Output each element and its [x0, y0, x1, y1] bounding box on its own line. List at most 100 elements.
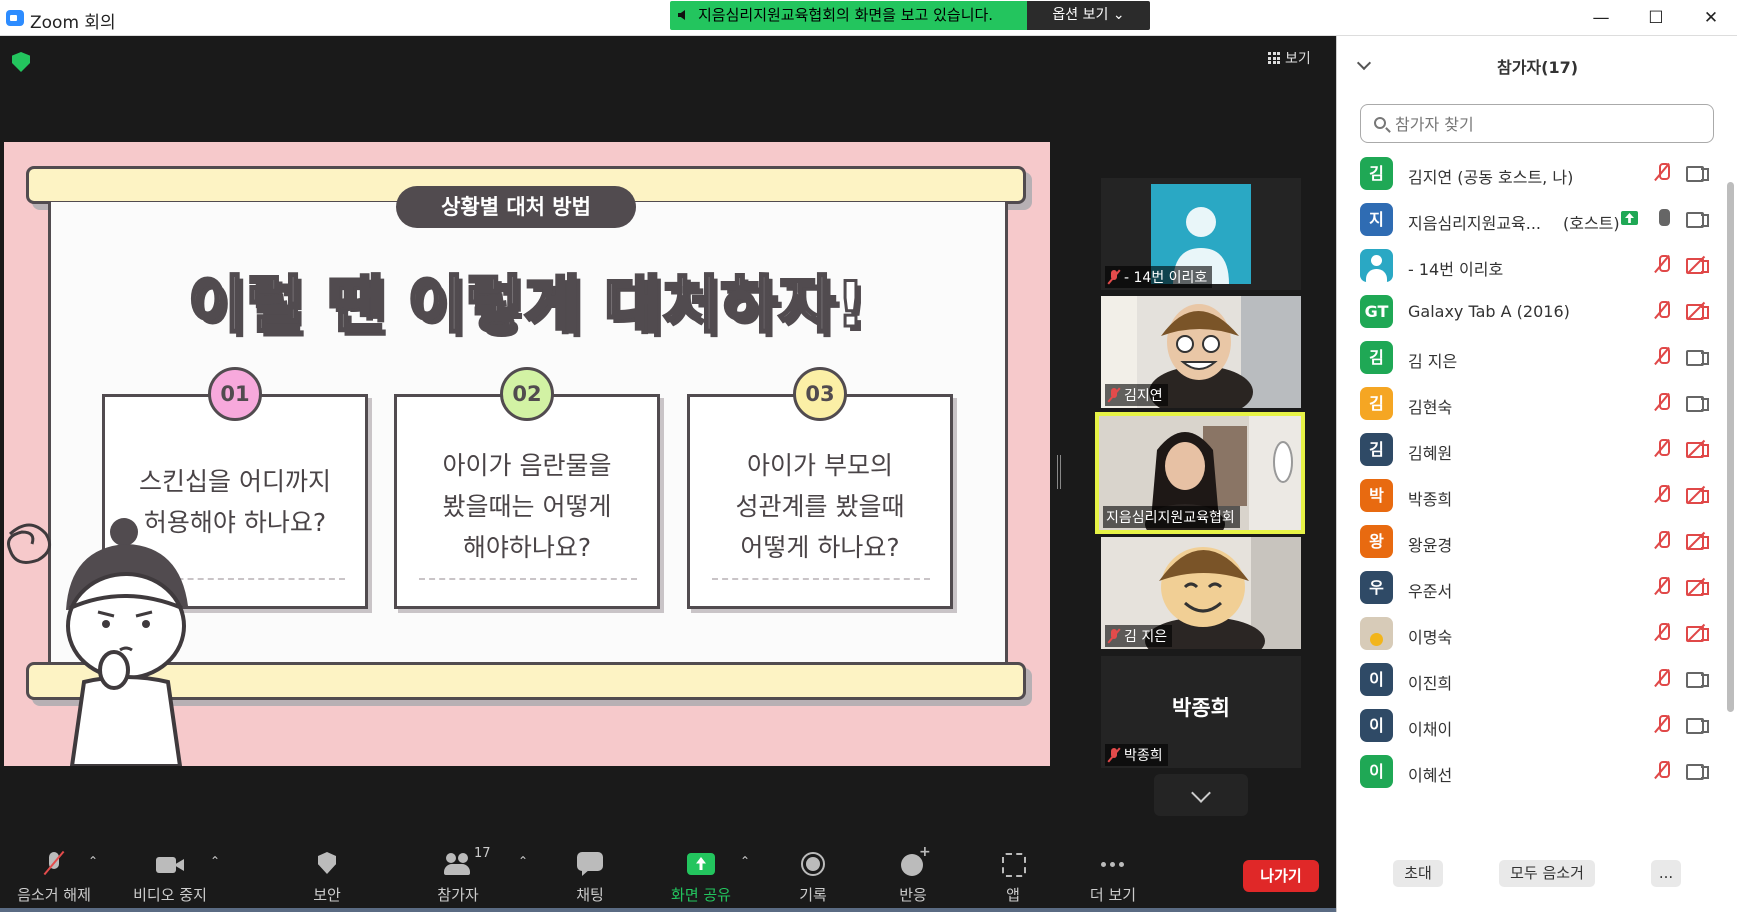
audio-options-caret[interactable]: ⌃	[88, 854, 102, 868]
participant-name: 지음심리지원교육...	[1408, 214, 1542, 233]
participant-row[interactable]: 이 이진희	[1337, 654, 1723, 705]
scrollbar-thumb[interactable]	[1727, 182, 1734, 712]
view-toggle-button[interactable]: 보기	[1268, 48, 1311, 68]
participant-row[interactable]: 김 김 지은	[1337, 332, 1723, 383]
mic-muted-icon[interactable]	[1655, 669, 1670, 689]
screen-sharing-icon	[1621, 211, 1638, 225]
emoji-reaction-icon	[899, 844, 931, 878]
screen-share-banner: 지음심리지원교육협회의 화면을 보고 있습니다.	[670, 1, 1027, 30]
participant-row[interactable]: - 14번 이리호	[1337, 240, 1723, 291]
participant-row[interactable]: 지 지음심리지원교육... (호스트)	[1337, 194, 1723, 245]
mic-muted-icon[interactable]	[1655, 439, 1670, 459]
close-button[interactable]: ✕	[1688, 0, 1734, 36]
share-options-caret[interactable]: ⌃	[740, 854, 754, 868]
video-options-caret[interactable]: ⌃	[210, 854, 224, 868]
participant-row[interactable]: 김 김현숙	[1337, 378, 1723, 429]
tiles-scroll-down-button[interactable]	[1154, 774, 1248, 816]
mic-muted-icon[interactable]	[1655, 715, 1670, 735]
mic-muted-icon[interactable]	[1655, 761, 1670, 781]
slide-headline: 이럴 땐 이렇게 대처하자!	[187, 267, 866, 343]
thinking-girl-illustration	[7, 518, 188, 766]
video-off-icon	[1686, 439, 1709, 459]
video-off-slash	[1686, 439, 1706, 459]
active-speaker-video-tile[interactable]: 지음심리지원교육협회	[1095, 412, 1305, 534]
video-camera-icon	[1686, 395, 1709, 412]
mic-muted-icon	[40, 852, 68, 878]
card-line: 아이가 부모의	[747, 451, 893, 480]
participant-row[interactable]: 이 이채이	[1337, 700, 1723, 751]
mic-muted-icon[interactable]	[1655, 531, 1670, 551]
video-tile[interactable]: 김 지은	[1101, 537, 1301, 649]
mic-muted-icon[interactable]	[1655, 393, 1670, 413]
participant-avatar: 김	[1360, 433, 1393, 466]
resize-divider-handle[interactable]	[1057, 455, 1061, 489]
maximize-button[interactable]: ☐	[1633, 0, 1679, 36]
participant-row[interactable]: 김 김혜원	[1337, 424, 1723, 475]
more-dots-icon	[1099, 852, 1127, 878]
share-banner-text: 지음심리지원교육협회의 화면을 보고 있습니다.	[698, 6, 994, 24]
minimize-button[interactable]: —	[1578, 0, 1624, 36]
video-off-icon	[1686, 531, 1709, 551]
mic-muted-icon[interactable]	[1655, 577, 1670, 597]
video-camera-icon	[1686, 717, 1709, 734]
participant-search[interactable]	[1360, 104, 1714, 143]
participant-row[interactable]: 왕 왕윤경	[1337, 516, 1723, 567]
participants-count: 17	[474, 846, 491, 861]
mic-muted-icon	[1108, 388, 1120, 402]
chat-bubble-icon	[576, 852, 604, 878]
panel-more-button[interactable]: ...	[1651, 860, 1681, 887]
participants-icon	[444, 852, 472, 878]
panel-footer: 초대 모두 음소거 ...	[1337, 848, 1737, 912]
card-line: 어떻게 하나요?	[740, 533, 900, 562]
card-line: 해야하나요?	[462, 533, 592, 562]
participant-row[interactable]: 이명숙	[1337, 608, 1723, 659]
mute-all-button[interactable]: 모두 음소거	[1499, 860, 1595, 887]
participant-row[interactable]: GT Galaxy Tab A (2016)	[1337, 286, 1723, 337]
video-off-slash	[1686, 301, 1706, 321]
participant-search-input[interactable]	[1395, 111, 1695, 137]
stop-video-button[interactable]: 비디오 중지	[110, 836, 230, 912]
security-button[interactable]: 보안	[267, 836, 387, 912]
participant-name: 이진희	[1408, 674, 1453, 693]
participant-row[interactable]: 김 김지연 (공동 호스트, 나)	[1337, 148, 1723, 199]
unmute-button[interactable]: 음소거 해제	[0, 836, 114, 912]
mic-icon[interactable]	[1655, 209, 1670, 229]
more-button[interactable]: 더 보기	[1053, 836, 1173, 912]
participant-list-scrollbar[interactable]	[1727, 144, 1734, 844]
leave-meeting-button[interactable]: 나가기	[1243, 860, 1319, 892]
mic-muted-icon[interactable]	[1655, 485, 1670, 505]
participant-list: 김 김지연 (공동 호스트, 나) 지 지음심리지원교육... (호스트) - 14번 이…	[1337, 148, 1723, 840]
invite-button[interactable]: 초대	[1393, 860, 1443, 887]
participants-button[interactable]: 17 참가자	[398, 836, 518, 912]
encryption-shield-icon[interactable]	[12, 52, 30, 72]
mic-muted-icon[interactable]	[1655, 623, 1670, 643]
card-number: 02	[500, 367, 554, 421]
chat-button[interactable]: 채팅	[530, 836, 650, 912]
video-off-slash	[1686, 531, 1706, 551]
participant-avatar	[1360, 617, 1393, 650]
participant-row[interactable]: 이 이혜선	[1337, 746, 1723, 797]
participant-row[interactable]: 박 박종희	[1337, 470, 1723, 521]
slide-pill-title: 상황별 대처 방법	[396, 186, 636, 228]
mic-muted-icon[interactable]	[1655, 163, 1670, 183]
slide-card-2: 02 아이가 음란물을 봤을때는 어떻게 해야하나요?	[394, 367, 660, 609]
participant-avatar: 지	[1360, 203, 1393, 236]
video-off-icon	[1686, 623, 1709, 643]
participant-row[interactable]: 우 우준서	[1337, 562, 1723, 613]
mic-muted-icon[interactable]	[1655, 301, 1670, 321]
mic-muted-icon[interactable]	[1655, 347, 1670, 367]
participant-name: - 14번 이리호	[1408, 260, 1504, 279]
participant-name: 박종희	[1408, 490, 1453, 509]
video-tile[interactable]: 김지연	[1101, 296, 1301, 408]
title-bar: Zoom 회의 지음심리지원교육협회의 화면을 보고 있습니다. 옵션 보기 ⌄…	[0, 0, 1737, 36]
speaker-icon	[678, 10, 685, 20]
participant-name: 우준서	[1408, 582, 1453, 601]
video-tile[interactable]: - 14번 이리호	[1101, 178, 1301, 290]
view-options-button[interactable]: 옵션 보기 ⌄	[1027, 1, 1150, 30]
share-screen-button[interactable]: 화면 공유	[641, 836, 761, 912]
window-title: Zoom 회의	[30, 13, 116, 33]
video-tile[interactable]: 박종희 박종희	[1101, 656, 1301, 768]
video-camera-icon	[1686, 763, 1709, 780]
mic-muted-icon[interactable]	[1655, 255, 1670, 275]
card-line: 봤을때는 어떻게	[442, 492, 612, 521]
